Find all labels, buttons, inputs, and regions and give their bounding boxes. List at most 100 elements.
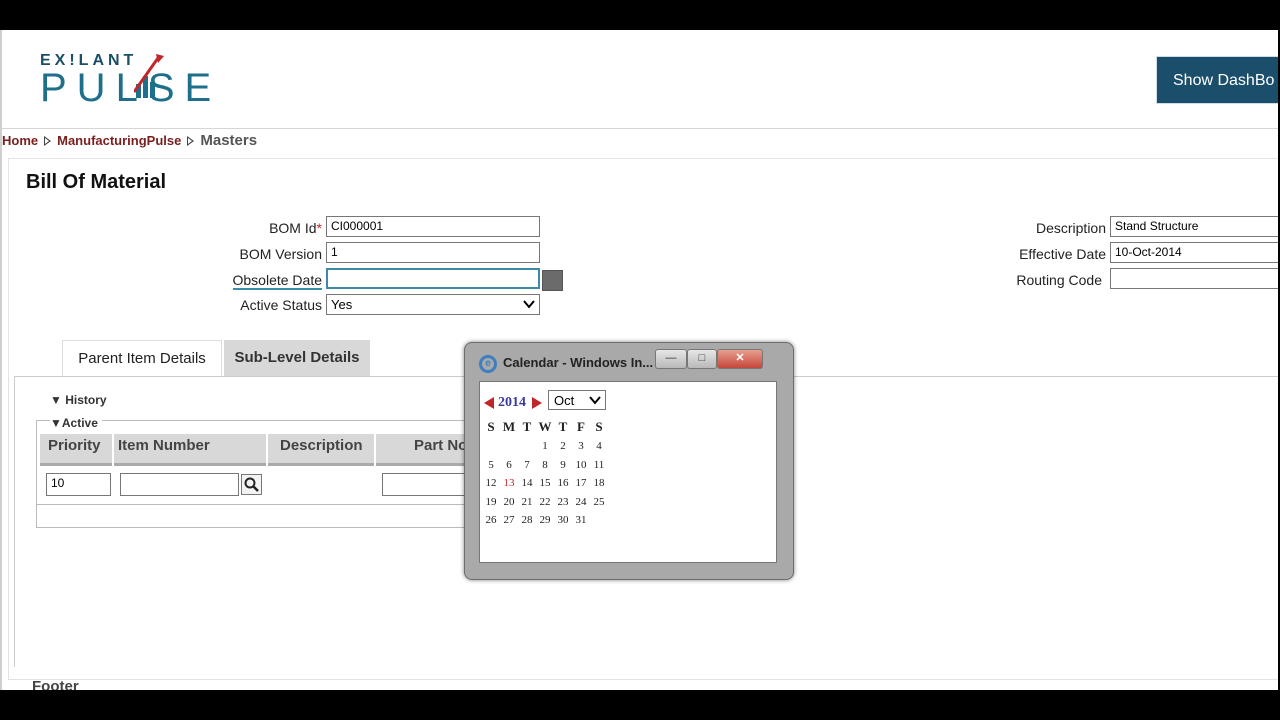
breadcrumb-separator-icon xyxy=(44,135,52,146)
description-label: Description xyxy=(1035,220,1106,236)
calendar-day[interactable]: 28 xyxy=(518,511,536,530)
calendar-day[interactable]: 2 xyxy=(554,437,572,456)
calendar-day[interactable]: 13 xyxy=(500,474,518,493)
popup-title: Calendar - Windows In... xyxy=(503,355,654,370)
calendar-popup-window[interactable]: e Calendar - Windows In... — □ ✕ 2014 Oc… xyxy=(464,342,794,580)
breadcrumb-manufacturing[interactable]: ManufacturingPulse xyxy=(57,133,181,148)
active-label: Active xyxy=(61,416,98,430)
routing-code-label: Routing Code xyxy=(1016,272,1102,288)
bom-id-label: BOM Id* xyxy=(122,220,322,236)
calendar-day[interactable]: 12 xyxy=(482,474,500,493)
calendar-day[interactable]: 31 xyxy=(572,511,590,530)
active-status-select[interactable]: Yes xyxy=(326,294,540,315)
column-header-part-no[interactable]: Part No xyxy=(376,434,472,466)
weekday-header: S xyxy=(487,419,495,434)
calendar-body: 2014 Oct SMTWTFS 1 2 3 4 5 6 7 8 9 10 11 12 13 14 15 16… xyxy=(479,381,777,563)
calendar-day[interactable]: 4 xyxy=(590,437,608,456)
item-lookup-button[interactable] xyxy=(241,474,262,495)
calendar-empty-cell xyxy=(482,437,500,456)
calendar-week-row: 1234 xyxy=(482,437,608,456)
column-header-item-number[interactable]: Item Number xyxy=(114,434,266,466)
description-input[interactable]: Stand Structure xyxy=(1110,216,1278,237)
obsolete-date-label: Obsolete Date xyxy=(122,272,322,290)
chevron-down-icon xyxy=(589,396,601,405)
calendar-day[interactable]: 17 xyxy=(572,474,590,493)
minimize-button[interactable]: — xyxy=(655,349,687,369)
item-number-input[interactable] xyxy=(120,473,239,496)
history-label: History xyxy=(65,393,107,407)
obsolete-date-label-text: Obsolete Date xyxy=(232,272,322,290)
calendar-day[interactable]: 3 xyxy=(572,437,590,456)
bom-id-label-text: BOM Id xyxy=(269,220,317,236)
column-header-priority[interactable]: Priority xyxy=(40,434,112,466)
bom-version-input[interactable]: 1 xyxy=(326,242,540,263)
search-icon xyxy=(244,477,259,492)
bom-id-input[interactable]: CI000001 xyxy=(326,216,540,237)
active-status-label: Active Status xyxy=(240,297,322,313)
calendar-day[interactable]: 5 xyxy=(482,456,500,475)
calendar-day[interactable]: 25 xyxy=(590,493,608,512)
calendar-day[interactable]: 18 xyxy=(590,474,608,493)
calendar-day[interactable]: 27 xyxy=(500,511,518,530)
calendar-day[interactable]: 8 xyxy=(536,456,554,475)
calendar-empty-cell xyxy=(590,511,608,530)
calendar-day[interactable]: 10 xyxy=(572,456,590,475)
calendar-day[interactable]: 11 xyxy=(590,456,608,475)
next-year-icon[interactable] xyxy=(532,397,542,409)
calendar-day[interactable]: 15 xyxy=(536,474,554,493)
routing-code-input[interactable] xyxy=(1110,268,1278,289)
calendar-day[interactable]: 24 xyxy=(572,493,590,512)
calendar-day[interactable]: 16 xyxy=(554,474,572,493)
calendar-empty-cell xyxy=(500,437,518,456)
calendar-day[interactable]: 7 xyxy=(518,456,536,475)
calendar-day[interactable]: 20 xyxy=(500,493,518,512)
close-button[interactable]: ✕ xyxy=(717,349,763,369)
breadcrumb-separator-icon xyxy=(187,135,195,146)
required-marker: * xyxy=(316,220,322,236)
screen-bottom-bar xyxy=(0,690,1280,720)
month-select[interactable]: Oct xyxy=(548,390,606,410)
effective-date-label: Effective Date xyxy=(1019,246,1106,262)
obsolete-date-input[interactable] xyxy=(326,268,540,289)
calendar-week-row: 12 13 14 15 16 17 18 xyxy=(482,474,608,493)
calendar-day[interactable]: 9 xyxy=(554,456,572,475)
history-toggle[interactable]: ▼ History xyxy=(50,393,107,407)
tab-parent-item-details[interactable]: Parent Item Details xyxy=(62,340,222,377)
calendar-day[interactable]: 19 xyxy=(482,493,500,512)
calendar-day[interactable]: 30 xyxy=(554,511,572,530)
calendar-grid: SMTWTFS 1 2 3 4 5 6 7 8 9 10 11 12 13 14 15 16 17 18 19 20 2… xyxy=(482,417,608,530)
show-dashboard-button[interactable]: Show DashBo xyxy=(1156,56,1278,104)
calendar-day[interactable]: 23 xyxy=(554,493,572,512)
calendar-year: 2014 xyxy=(498,395,526,410)
maximize-button[interactable]: □ xyxy=(687,349,717,369)
breadcrumb: Home ManufacturingPulse Masters xyxy=(2,132,257,149)
calendar-day[interactable]: 22 xyxy=(536,493,554,512)
previous-year-icon[interactable] xyxy=(484,397,494,409)
weekday-header: T xyxy=(558,419,568,434)
part-no-input[interactable] xyxy=(382,473,476,496)
calendar-week-row: 26 27 28 29 30 31 xyxy=(482,511,608,530)
calendar-day[interactable]: 1 xyxy=(536,437,554,456)
row-divider xyxy=(36,504,476,505)
active-status-value: Yes xyxy=(331,297,353,312)
calendar-empty-cell xyxy=(518,437,536,456)
page-title: Bill Of Material xyxy=(26,171,167,193)
calendar-day[interactable]: 21 xyxy=(518,493,536,512)
calendar-day[interactable]: 14 xyxy=(518,474,536,493)
column-header-description[interactable]: Description xyxy=(268,434,374,466)
calendar-day[interactable]: 26 xyxy=(482,511,500,530)
effective-date-input[interactable]: 10-Oct-2014 xyxy=(1110,242,1278,263)
priority-input[interactable]: 10 xyxy=(46,473,111,496)
month-value: Oct xyxy=(554,393,575,408)
internet-explorer-icon: e xyxy=(479,355,497,373)
breadcrumb-home[interactable]: Home xyxy=(2,133,38,148)
weekday-header: W xyxy=(538,419,552,434)
bom-version-label: BOM Version xyxy=(239,246,322,262)
calendar-picker-button[interactable] xyxy=(542,270,563,291)
weekday-header: T xyxy=(522,419,532,434)
active-toggle[interactable]: ▼Active xyxy=(50,416,102,430)
calendar-day[interactable]: 6 xyxy=(500,456,518,475)
weekday-header: M xyxy=(502,419,516,434)
calendar-day[interactable]: 29 xyxy=(536,511,554,530)
tab-sub-level-details[interactable]: Sub-Level Details xyxy=(224,340,370,376)
